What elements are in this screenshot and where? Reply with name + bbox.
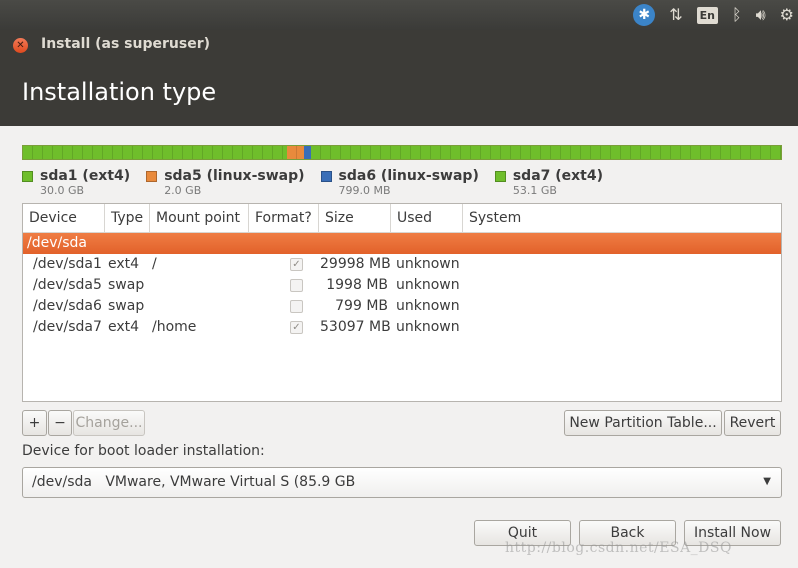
legend-name: sda1 (ext4) [40, 168, 131, 184]
partition-bar-segment-sda6 [304, 146, 311, 159]
legend-item: sda5 (linux-swap) 2.0 GB [146, 168, 305, 197]
column-header-size[interactable]: Size [319, 204, 391, 232]
cell-mount [152, 296, 253, 317]
cell-used: unknown [396, 256, 460, 272]
cell-size: 53097 MB [320, 319, 391, 335]
settings-gear-icon[interactable]: ⚙ [780, 4, 794, 26]
watermark-text: http://blog.csdn.net/ESA_DSQ [505, 540, 732, 556]
cell-device: /dev/sda1 [33, 256, 102, 272]
format-checkbox[interactable] [290, 300, 303, 313]
cell-mount: /home [152, 319, 197, 335]
legend-swatch [146, 171, 158, 182]
cell-mount: / [152, 256, 157, 272]
format-checkbox[interactable]: ✓ [290, 258, 303, 271]
remove-partition-button[interactable]: − [48, 410, 72, 436]
column-header-system[interactable]: System [463, 204, 527, 232]
legend-swatch [320, 171, 332, 182]
cell-used: unknown [396, 319, 460, 335]
keyboard-layout-indicator[interactable]: En [696, 6, 718, 24]
revert-button[interactable]: Revert [724, 410, 781, 436]
partition-table[interactable]: Device Type Mount point Format? Size Use… [22, 203, 782, 402]
legend-item: sda1 (ext4) 30.0 GB [22, 168, 130, 197]
cell-used: unknown [396, 277, 460, 293]
dropdown-arrow-icon: ▼ [763, 476, 771, 487]
cell-type: swap [108, 277, 145, 293]
cell-mount [152, 275, 253, 296]
legend-item: sda7 (ext4) 53.1 GB [494, 168, 604, 197]
cell-device: /dev/sda5 [33, 277, 102, 293]
partition-bar-segment-sda1 [23, 146, 287, 159]
new-partition-table-button[interactable]: New Partition Table... [564, 410, 722, 436]
change-partition-button[interactable]: Change... [73, 410, 145, 436]
window-header: ✕ Install (as superuser) Installation ty… [0, 30, 798, 126]
column-header-device[interactable]: Device [23, 204, 105, 232]
network-icon[interactable]: ⇅ [669, 4, 682, 26]
legend-swatch [494, 171, 506, 182]
table-row[interactable]: /dev/sda6 swap 799 MB unknown [23, 296, 781, 317]
table-row[interactable]: /dev/sda1 ext4 / ✓ 29998 MB unknown [23, 254, 781, 275]
column-header-format[interactable]: Format? [249, 204, 319, 232]
legend-size: 799.0 MB [338, 184, 391, 197]
table-header: Device Type Mount point Format? Size Use… [23, 204, 781, 233]
cell-size: 799 MB [335, 298, 388, 314]
legend-name: sda7 (ext4) [512, 168, 604, 184]
column-header-type[interactable]: Type [105, 204, 150, 232]
legend-name: sda6 (linux-swap) [338, 168, 479, 184]
partition-usage-bar [22, 145, 782, 160]
table-row[interactable]: /dev/sda5 swap 1998 MB unknown [23, 275, 781, 296]
table-row[interactable]: /dev/sda7 ext4 /home ✓ 53097 MB unknown [23, 317, 781, 338]
partition-legend: sda1 (ext4) 30.0 GB sda5 (linux-swap) 2.… [22, 168, 619, 197]
cell-device: /dev/sda7 [33, 319, 102, 335]
add-partition-button[interactable]: + [22, 410, 47, 436]
cell-used: unknown [396, 298, 460, 314]
volume-icon[interactable]: 🔊︎ [756, 4, 766, 26]
partition-bar-segment-sda5 [287, 146, 304, 159]
format-checkbox[interactable]: ✓ [290, 321, 303, 334]
format-checkbox[interactable] [290, 279, 303, 292]
legend-item: sda6 (linux-swap) 799.0 MB [320, 168, 479, 197]
cell-type: ext4 [108, 319, 140, 335]
cell-type: ext4 [108, 256, 140, 272]
system-tray: ✱ ⇅ En ᛒ 🔊︎ ⚙ [633, 4, 794, 26]
cell-type: swap [108, 298, 145, 314]
column-header-mount-point[interactable]: Mount point [150, 204, 249, 232]
disk-row-selected[interactable]: /dev/sda [23, 233, 781, 254]
system-top-panel: ✱ ⇅ En ᛒ 🔊︎ ⚙ [0, 0, 798, 30]
accessibility-icon[interactable]: ✱ [633, 4, 656, 26]
column-header-used[interactable]: Used [391, 204, 463, 232]
page-title: Installation type [22, 78, 217, 106]
partition-bar-segment-sda7 [311, 146, 781, 159]
cell-size: 29998 MB [320, 256, 391, 272]
bootloader-label: Device for boot loader installation: [22, 443, 265, 459]
close-window-button[interactable]: ✕ [13, 38, 28, 53]
cell-device: /dev/sda6 [33, 298, 102, 314]
legend-size: 53.1 GB [512, 184, 557, 197]
legend-name: sda5 (linux-swap) [164, 168, 305, 184]
bootloader-device-select[interactable]: /dev/sda VMware, VMware Virtual S (85.9 … [22, 467, 782, 498]
legend-size: 30.0 GB [40, 184, 85, 197]
legend-size: 2.0 GB [164, 184, 202, 197]
cell-size: 1998 MB [326, 277, 388, 293]
window-title: Install (as superuser) [41, 36, 210, 52]
legend-swatch [22, 171, 33, 182]
bootloader-selected-value: /dev/sda VMware, VMware Virtual S (85.9 … [32, 474, 356, 490]
bluetooth-icon[interactable]: ᛒ [732, 4, 742, 26]
